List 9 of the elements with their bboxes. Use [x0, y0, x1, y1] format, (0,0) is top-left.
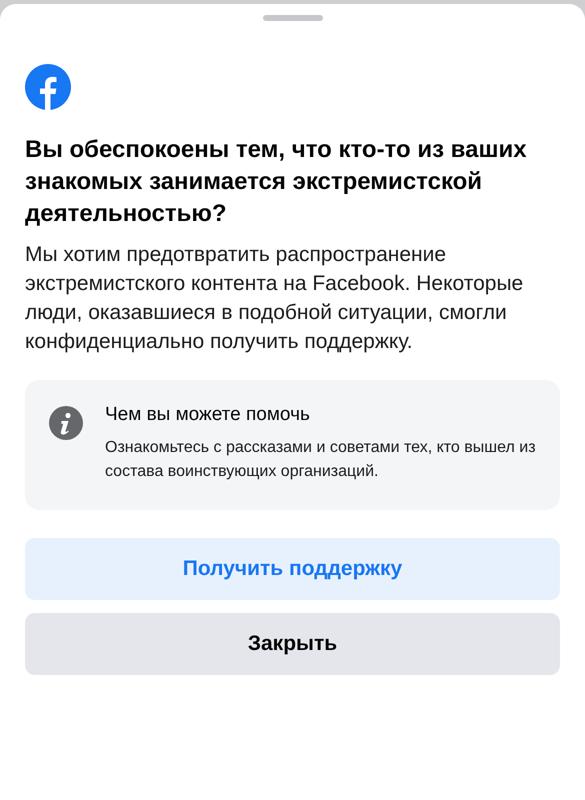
dialog-body: Мы хотим предотвратить распространение экстремистского контента на Facebook. Некоторые люди, оказавшиеся в подобной ситуации, смогли конфиденциально получить поддержку.: [25, 242, 524, 355]
dialog-title: Вы обеспокоены тем, что кто-то из ваших знакомых занимается экстремистской деятельностью?: [25, 135, 528, 229]
card-heading: Чем вы можете помочь: [105, 404, 311, 426]
close-button[interactable]: Закрыть: [25, 613, 560, 675]
get-support-button[interactable]: Получить поддержку: [25, 538, 560, 600]
card-text: Ознакомьтесь с рассказами и советами тех, кто вышел из состава воинствующих организаций.: [105, 438, 537, 482]
facebook-logo-icon: [25, 64, 71, 110]
drag-handle[interactable]: [262, 15, 322, 21]
info-icon: [49, 406, 83, 440]
